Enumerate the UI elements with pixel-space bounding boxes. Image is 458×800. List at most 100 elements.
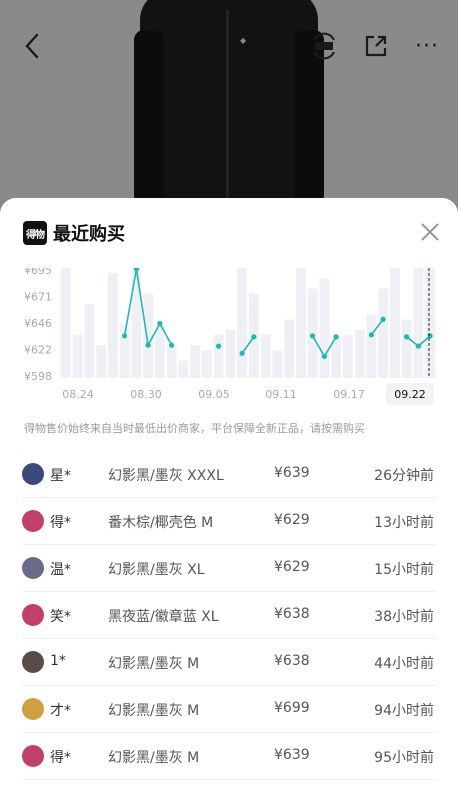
y-tick-label: ¥598 xyxy=(24,370,52,383)
purchase-sku: 黑夜蓝/徽章蓝 XL xyxy=(108,609,219,625)
y-tick-label: ¥646 xyxy=(24,317,52,330)
chart-bar xyxy=(284,319,295,378)
series-point xyxy=(216,343,222,349)
sheet-title: 最近购买 xyxy=(53,224,125,245)
close-icon xyxy=(421,223,439,241)
x-tick-label: 09.11 xyxy=(265,388,297,401)
chart-bar xyxy=(72,334,83,378)
chart-bar xyxy=(213,334,224,378)
series-point xyxy=(169,342,175,348)
purchase-price: ¥629 xyxy=(274,512,310,528)
close-button[interactable] xyxy=(416,218,444,246)
y-tick-label: ¥622 xyxy=(24,344,52,357)
top-navigation-bar: ··· xyxy=(0,24,458,68)
x-tick-label: 09.17 xyxy=(333,388,365,401)
chart-bar xyxy=(401,319,412,378)
purchase-sku: 幻影黑/墨灰 M xyxy=(108,656,200,672)
chart-bar xyxy=(425,268,436,378)
purchase-price: ¥699 xyxy=(274,700,310,716)
price-chart-svg: ¥695 ¥671 ¥646 ¥622 ¥598 08.24 08.30 09.05 09.11… xyxy=(24,268,436,405)
purchase-sku: 幻影黑/墨灰 XXXL xyxy=(108,468,224,484)
series-point xyxy=(122,333,128,339)
purchase-row: 温* 幻影黑/墨灰 XL ¥629 15小时前 xyxy=(22,545,436,592)
chart-bar xyxy=(307,288,318,378)
chart-bar xyxy=(202,350,212,378)
chart-bar xyxy=(390,268,400,378)
chart-bar xyxy=(343,334,353,378)
purchase-time: 95小时前 xyxy=(374,750,434,766)
buyer-name: 得* xyxy=(50,750,71,766)
purchase-list: 星* 幻影黑/墨灰 XXXL ¥639 26分钟前得* 番木棕/椰壳色 M ¥629 13小… xyxy=(22,451,436,780)
chart-bar xyxy=(190,345,201,378)
chart-bar xyxy=(413,268,424,378)
chart-bar xyxy=(166,345,177,378)
purchase-time: 26分钟前 xyxy=(374,468,434,484)
dewu-logo-icon: 得物 xyxy=(23,221,47,245)
purchase-price: ¥639 xyxy=(274,747,310,763)
series-point xyxy=(321,353,327,359)
series-point xyxy=(427,333,433,339)
chart-bar xyxy=(84,304,95,378)
purchase-row: 星* 幻影黑/墨灰 XXXL ¥639 26分钟前 xyxy=(22,451,436,498)
purchase-row: 笑* 黑夜蓝/徽章蓝 XL ¥638 38小时前 xyxy=(22,592,436,639)
price-notice: 得物售价始终来自当时最低出价商家，平台保障全新正品，请按需购买 xyxy=(24,422,365,435)
series-point xyxy=(251,334,257,340)
purchase-sku: 番木棕/椰壳色 M xyxy=(108,515,214,531)
share-icon xyxy=(365,35,387,57)
series-point xyxy=(157,320,163,327)
series-point xyxy=(145,342,151,348)
chart-bar xyxy=(319,278,330,378)
buyer-name: 得* xyxy=(50,515,71,531)
chart-bar xyxy=(378,288,389,378)
buyer-name: 笑* xyxy=(50,609,71,625)
sheet-header: 得物 最近购买 xyxy=(0,198,458,268)
chart-bar xyxy=(296,268,306,378)
purchase-sku: 幻影黑/墨灰 M xyxy=(108,750,200,766)
purchase-sku: 幻影黑/墨灰 XL xyxy=(108,562,205,578)
purchase-price: ¥639 xyxy=(274,465,310,481)
chart-bar xyxy=(260,334,271,378)
avatar xyxy=(22,510,44,532)
series-point xyxy=(310,333,316,339)
purchase-time: 94小时前 xyxy=(374,703,434,719)
series-point xyxy=(368,332,374,338)
chart-bar xyxy=(237,268,248,378)
buyer-name: 星* xyxy=(50,468,71,484)
avatar xyxy=(22,651,44,673)
purchase-time: 38小时前 xyxy=(374,609,434,625)
chart-bar xyxy=(178,360,189,378)
buyer-name: 1* xyxy=(50,653,66,669)
purchase-row: 1* 幻影黑/墨灰 M ¥638 44小时前 xyxy=(22,639,436,686)
avatar xyxy=(22,745,44,767)
chart-bar xyxy=(354,329,365,378)
avatar xyxy=(22,557,44,579)
avatar xyxy=(22,604,44,626)
chart-bar xyxy=(143,293,154,378)
chart-bar xyxy=(272,350,283,378)
chart-bar xyxy=(108,273,118,378)
series-point xyxy=(380,316,386,322)
avatar xyxy=(22,463,44,485)
series-point xyxy=(239,350,245,356)
y-tick-label: ¥695 xyxy=(24,268,52,277)
share-button[interactable] xyxy=(360,24,392,68)
chart-bar xyxy=(155,324,165,378)
series-point xyxy=(333,334,339,340)
purchase-price: ¥638 xyxy=(274,606,310,622)
x-tick-label: 08.24 xyxy=(62,388,94,401)
purchase-sku: 幻影黑/墨灰 M xyxy=(108,703,200,719)
purchase-row: 得* 幻影黑/墨灰 M ¥639 95小时前 xyxy=(22,733,436,780)
chart-bar xyxy=(366,314,377,378)
price-history-chart[interactable]: ¥695 ¥671 ¥646 ¥622 ¥598 08.24 08.30 09.05 09.11… xyxy=(0,268,458,408)
more-options-button[interactable]: ··· xyxy=(410,24,444,68)
y-tick-label: ¥671 xyxy=(24,291,52,304)
series-point xyxy=(404,334,410,340)
purchase-row: 得* 番木棕/椰壳色 M ¥629 13小时前 xyxy=(22,498,436,545)
avatar xyxy=(22,698,44,720)
chart-bar xyxy=(225,329,236,378)
chevron-left-icon xyxy=(25,33,39,59)
sell-button[interactable] xyxy=(306,24,342,68)
purchase-time: 13小时前 xyxy=(374,515,434,531)
back-button[interactable] xyxy=(16,24,48,68)
x-tick-label-selected: 09.22 xyxy=(394,388,426,401)
